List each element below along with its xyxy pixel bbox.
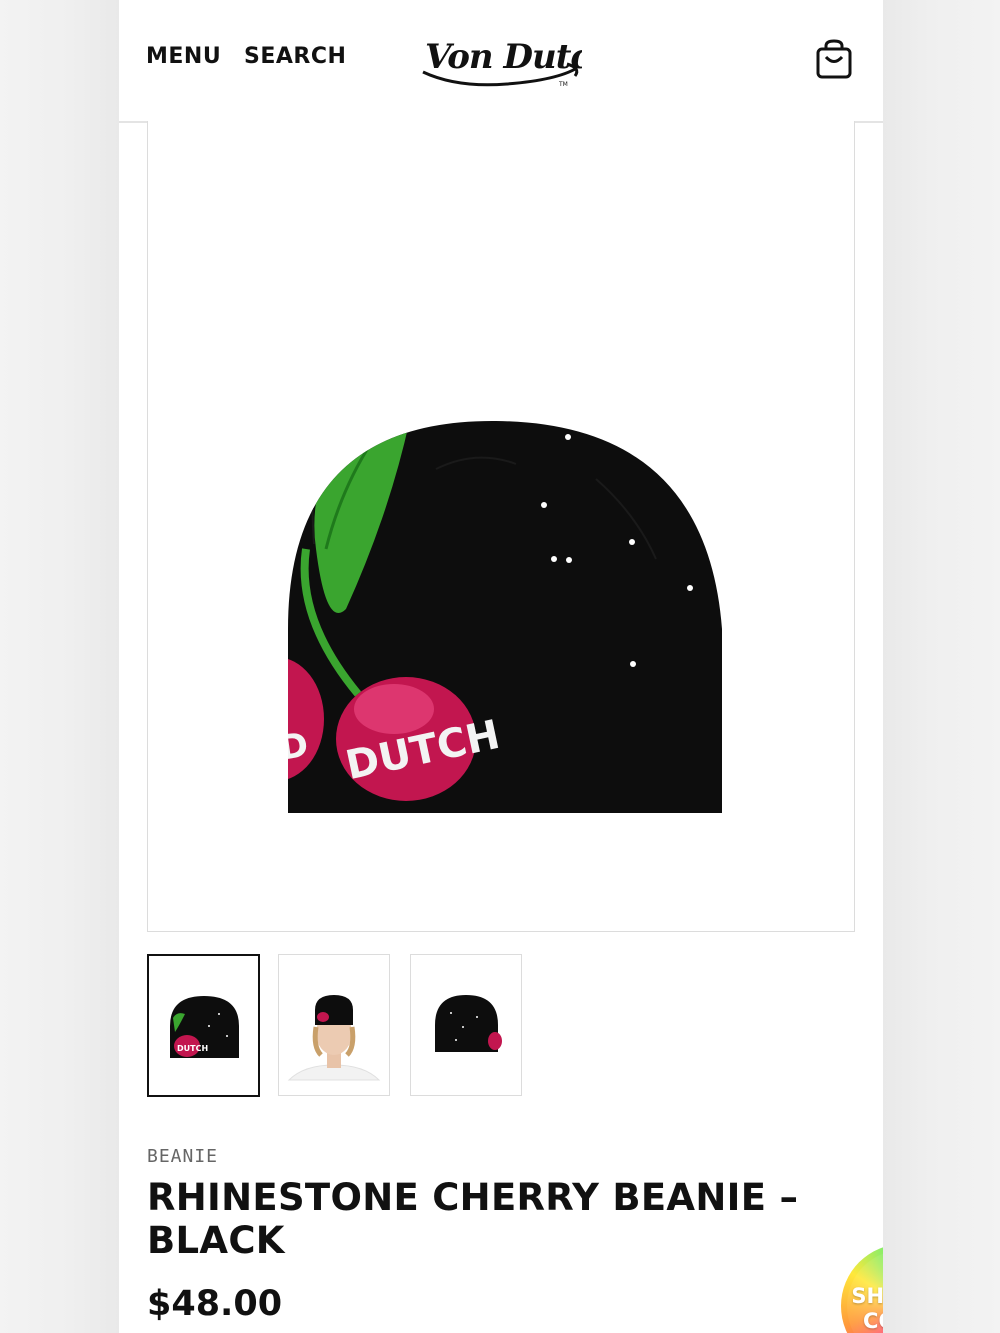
page-background-right [883, 0, 1000, 1333]
shop-by-color-label: SHOP BY COLOR [851, 1284, 883, 1333]
thumbnail-front[interactable]: DUTCH [147, 954, 260, 1097]
von-dutch-logo-icon: Von Dutch TM [422, 37, 615, 88]
beanie-image: DUTCH D [288, 420, 722, 813]
cart-button[interactable] [815, 38, 855, 80]
product-price: $48.00 [147, 1284, 283, 1324]
product-page: MENU SEARCH Von Dutch TM [119, 0, 883, 1333]
main-product-image[interactable]: DUTCH D [147, 121, 855, 932]
svg-text:Von Dutch: Von Dutch [425, 37, 582, 77]
thumbnail-model[interactable] [278, 954, 390, 1096]
model-thumbnail-image [287, 995, 381, 1081]
search-button[interactable]: SEARCH [244, 44, 346, 69]
site-header: MENU SEARCH Von Dutch TM [119, 0, 883, 123]
beanie-back-thumbnail-image [435, 995, 502, 1052]
menu-button[interactable]: MENU [146, 44, 221, 69]
product-title: RHINESTONE CHERRY BEANIE – BLACK [147, 1176, 799, 1262]
brand-logo[interactable]: Von Dutch TM [417, 28, 615, 90]
thumbnail-back[interactable] [410, 954, 522, 1096]
beanie-thumbnail-image: DUTCH [170, 996, 239, 1058]
shopping-bag-icon [816, 39, 852, 79]
shop-by-color-button[interactable]: SHOP BY COLOR [841, 1244, 883, 1333]
svg-text:TM: TM [558, 81, 568, 88]
product-category: BEANIE [147, 1146, 219, 1167]
svg-text:DUTCH: DUTCH [177, 1044, 208, 1053]
page-background-left [0, 0, 119, 1333]
